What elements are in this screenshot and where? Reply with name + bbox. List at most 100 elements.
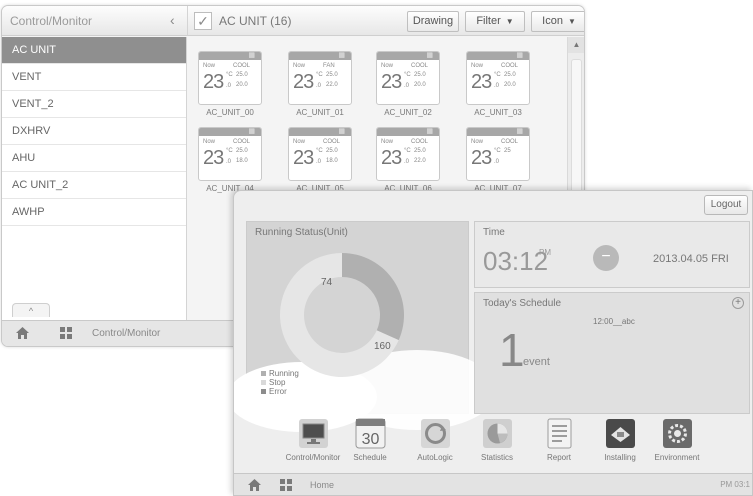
sidebar-item-vent-2[interactable]: VENT_2 [2,91,186,118]
unit-room-temp: 18.0 [236,158,248,164]
unit-card-header: ▦ [467,52,529,60]
dock-label: Report [546,453,571,462]
legend-label: Error [269,387,287,396]
unit-set-temp: 25.0 [236,72,248,78]
unit-temperature: 23 [471,71,492,93]
legend-item-running: Running [261,369,299,378]
unit-temp-decimal: .0 [494,83,500,89]
unit-temp-unit: °C [316,72,323,78]
unit-temp-decimal: .0 [316,83,322,89]
unit-card[interactable]: ▦ Now COOL 23 °C .0 25.0 20.0 [198,51,262,105]
svg-text:30: 30 [361,431,379,448]
report-icon [547,418,571,449]
filter-dropdown[interactable]: Filter ▼ [465,11,525,32]
unit-temperature: 23 [203,147,224,169]
unit-temp-unit: °C [404,72,411,78]
schedule-panel: Today's Schedule + 12:00__abc 1 event [474,292,750,414]
home-icon[interactable] [16,327,29,341]
time-title: Time [483,227,505,238]
collapse-left-icon[interactable]: ‹ [170,12,175,28]
schedule-entry[interactable]: 12:00__abc [593,317,635,326]
event-count: 1 [499,324,525,376]
dock-installing[interactable]: Installing [591,418,649,462]
unit-room-temp: 22.0 [414,158,426,164]
unit-set-temp: 25.0 [414,72,426,78]
unit-now-label: Now [203,63,216,69]
unit-mode: COOL [233,63,251,69]
dock-autologic[interactable]: AutoLogic [406,418,464,462]
date-display: 2013.04.05 FRI [653,253,729,265]
unit-card[interactable]: ▦ Now COOL 23 °C .0 25 [466,127,530,181]
unit-temperature: 23 [381,71,402,93]
unit-temp-unit: °C [494,72,501,78]
caret-down-icon: ▼ [505,17,514,26]
drawing-button[interactable]: Drawing [407,11,459,32]
sidebar-item-dxhrv[interactable]: DXHRV [2,118,186,145]
grid-menu-icon[interactable] [280,479,292,493]
unit-temp-decimal: .0 [226,83,232,89]
running-status-donut [280,253,404,377]
chevron-up-icon[interactable]: ^ [12,303,50,317]
logout-button[interactable]: Logout [704,195,748,215]
unit-card[interactable]: ▦ Now COOL 23 °C .0 25.0 22.0 [376,127,440,181]
sidebar-item-awhp[interactable]: AWHP [2,199,186,226]
environment-icon [662,419,692,448]
unit-now-label: Now [293,63,306,69]
unit-name: AC_UNIT_03 [474,108,522,117]
sidebar-item-ac-unit[interactable]: AC UNIT [2,37,186,64]
logout-button-label: Logout [710,199,742,210]
dock-schedule[interactable]: 30 Schedule [341,418,399,462]
filter-dropdown-label: Filter [476,15,501,27]
icon-view-dropdown[interactable]: Icon ▼ [531,11,584,32]
dock-environment[interactable]: Environment [648,418,706,462]
unit-mode: COOL [411,139,429,145]
unit-temp-unit: °C [494,148,501,154]
unit-name: AC_UNIT_00 [206,108,254,117]
home-icon[interactable] [248,479,261,493]
dock-label: Statistics [480,453,513,462]
unit-now-label: Now [381,139,394,145]
legend-item-error: Error [261,387,299,396]
unit-temperature: 23 [203,71,224,93]
sidebar-item-vent[interactable]: VENT [2,64,186,91]
sidebar-item-label: AWHP [12,206,45,218]
dock-label: AutoLogic [417,453,453,462]
unit-mode: COOL [501,63,519,69]
unit-now-label: Now [471,139,484,145]
unit-card[interactable]: ▦ Now COOL 23 °C .0 25.0 20.0 [466,51,530,105]
unit-mode: COOL [501,139,519,145]
unit-room-temp: 18.0 [326,158,338,164]
unit-temp-decimal: .0 [316,159,322,165]
group-title: AC UNIT (16) [219,14,292,28]
select-all-checkbox[interactable]: ✓ [194,12,212,30]
dock-statistics[interactable]: Statistics [468,418,526,462]
unit-now-label: Now [471,63,484,69]
unit-card[interactable]: ▦ Now COOL 23 °C .0 25.0 18.0 [288,127,352,181]
unit-card[interactable]: ▦ Now COOL 23 °C .0 25.0 20.0 [376,51,440,105]
dock-report[interactable]: Report [530,418,588,462]
sidebar-item-label: VENT_2 [12,98,54,110]
legend-item-stop: Stop [261,378,299,387]
legend-label: Running [269,369,299,378]
unit-temp-decimal: .0 [404,159,410,165]
unit-temp-decimal: .0 [494,159,500,165]
icon-view-label: Icon [542,15,563,27]
unit-mode: COOL [411,63,429,69]
unit-card-header: ▦ [467,128,529,136]
unit-card[interactable]: ▦ Now FAN 23 °C .0 25.0 22.0 [288,51,352,105]
unit-card[interactable]: ▦ Now COOL 23 °C .0 25.0 18.0 [198,127,262,181]
sidebar-item-ac-unit-2[interactable]: AC UNIT_2 [2,172,186,199]
time-panel: Time 03:12 PM − 2013.04.05 FRI [474,221,750,288]
unit-card-header: ▦ [199,128,261,136]
grid-menu-icon[interactable] [60,327,72,341]
unit-room-temp: 20.0 [414,82,426,88]
unit-set-temp: 25 [504,148,511,154]
dock-control-monitor[interactable]: Control/Monitor [284,418,342,462]
unit-now-label: Now [381,63,394,69]
sidebar-item-ahu[interactable]: AHU [2,145,186,172]
plus-icon[interactable]: + [732,297,744,309]
sidebar-item-label: AHU [12,152,36,164]
minus-icon[interactable]: − [593,245,619,271]
scroll-up-icon[interactable]: ▲ [568,37,584,53]
unit-card-header: ▦ [377,52,439,60]
